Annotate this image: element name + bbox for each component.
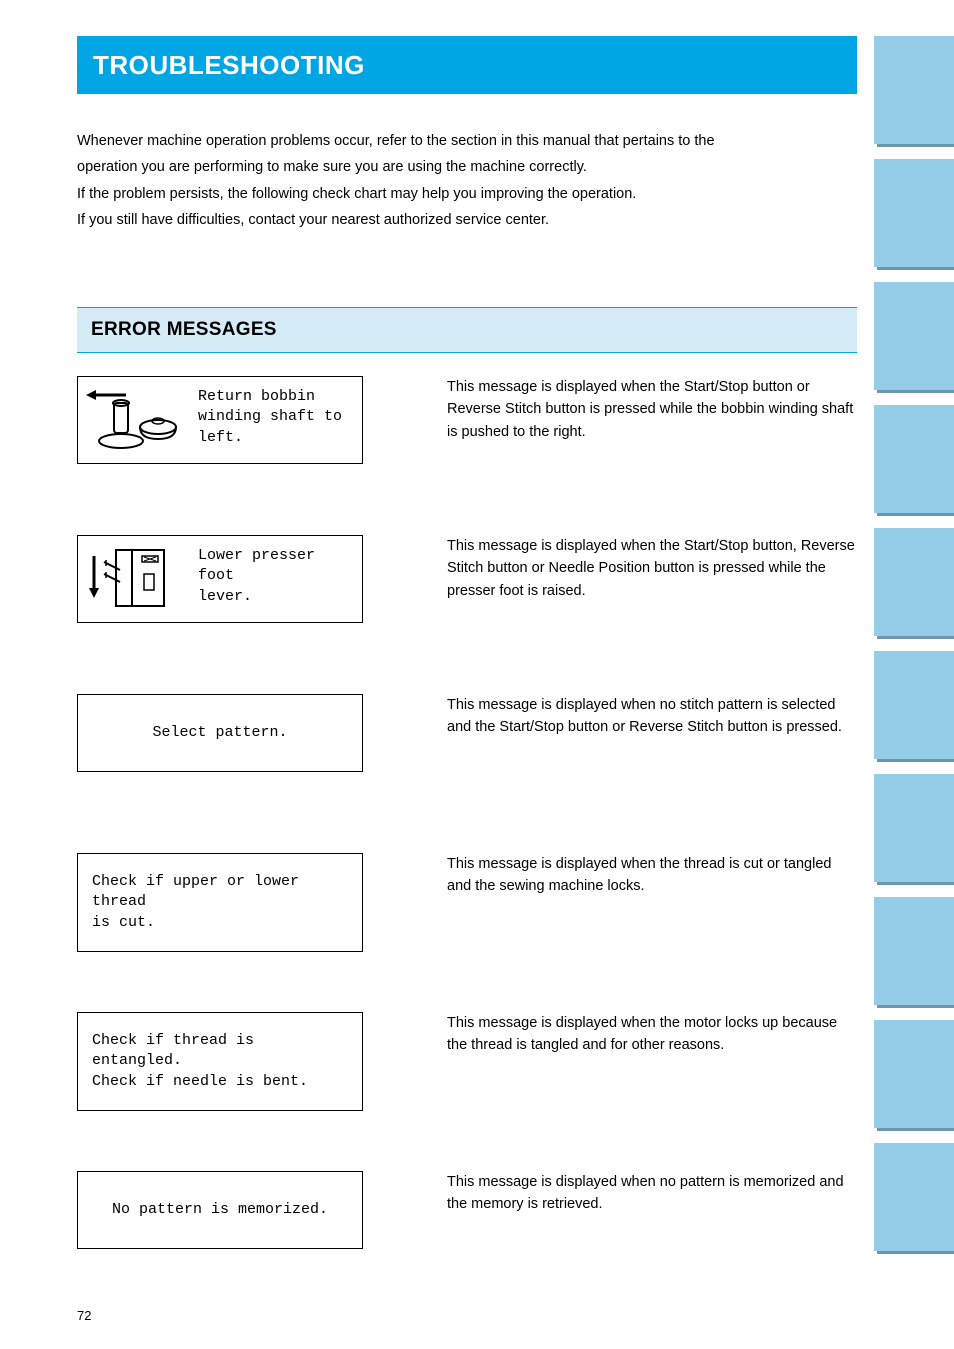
page-number: 72 [77, 1308, 91, 1323]
error-entry-presser-foot: Lower presser foot lever. This message i… [77, 535, 857, 655]
subheader-title: ERROR MESSAGES [91, 319, 277, 341]
side-tab[interactable] [874, 159, 954, 267]
chapter-title: TROUBLESHOOTING [93, 50, 365, 81]
error-entry-select-pattern: Select pattern. This message is displaye… [77, 694, 857, 814]
side-tab[interactable] [874, 405, 954, 513]
msg-line: winding shaft to [198, 408, 342, 425]
error-description: This message is displayed when the motor… [447, 1012, 857, 1057]
intro-line-1: Whenever machine operation problems occu… [77, 130, 857, 152]
error-description: This message is displayed when the threa… [447, 853, 857, 898]
side-tab[interactable] [874, 651, 954, 759]
message-text: Return bobbin winding shaft to left. [198, 377, 362, 463]
page-root: TROUBLESHOOTING Whenever machine operati… [0, 0, 954, 1349]
diagram-presser-foot [78, 536, 198, 622]
side-tab[interactable] [874, 282, 954, 390]
section-subheader: ERROR MESSAGES [77, 307, 857, 353]
error-entry-bobbin: Return bobbin winding shaft to left. Thi… [77, 376, 857, 496]
msg-line: No pattern is memorized. [112, 1201, 328, 1218]
msg-line: Check if upper or lower thread [92, 873, 299, 910]
message-box: Check if upper or lower thread is cut. [77, 853, 363, 952]
intro-line-3: If the problem persists, the following c… [77, 183, 857, 205]
side-tab[interactable] [874, 774, 954, 882]
chapter-header: TROUBLESHOOTING [77, 36, 857, 94]
message-text: Lower presser foot lever. [198, 536, 362, 622]
message-text: Check if upper or lower thread is cut. [78, 854, 362, 951]
side-tab[interactable] [874, 897, 954, 1005]
error-entry-thread-entangled: Check if thread is entangled. Check if n… [77, 1012, 857, 1132]
side-tab[interactable] [874, 528, 954, 636]
message-box: Check if thread is entangled. Check if n… [77, 1012, 363, 1111]
message-box: Lower presser foot lever. [77, 535, 363, 623]
error-entry-no-pattern: No pattern is memorized. This message is… [77, 1171, 857, 1291]
side-tab[interactable] [874, 1143, 954, 1251]
intro-paragraph: Whenever machine operation problems occu… [77, 130, 857, 236]
message-text: Check if thread is entangled. Check if n… [78, 1013, 362, 1110]
msg-line: Check if needle is bent. [92, 1073, 308, 1090]
intro-line-2: operation you are performing to make sur… [77, 156, 857, 178]
presser-foot-icon [84, 544, 192, 618]
msg-line: is cut. [92, 914, 155, 931]
diagram-bobbin [78, 377, 198, 463]
error-entry-thread-cut: Check if upper or lower thread is cut. T… [77, 853, 857, 973]
message-text: Select pattern. [78, 695, 362, 771]
side-tabs [874, 36, 954, 1266]
msg-line: Select pattern. [152, 724, 287, 741]
msg-line: Return bobbin [198, 388, 315, 405]
intro-line-4: If you still have difficulties, contact … [77, 209, 857, 231]
side-tab[interactable] [874, 36, 954, 144]
message-text: No pattern is memorized. [78, 1172, 362, 1248]
error-description: This message is displayed when no stitch… [447, 694, 857, 739]
msg-line: left. [198, 429, 243, 446]
msg-line: lever. [198, 588, 252, 605]
message-box: Select pattern. [77, 694, 363, 772]
error-description: This message is displayed when no patter… [447, 1171, 857, 1216]
error-description: This message is displayed when the Start… [447, 535, 857, 602]
bobbin-icon [84, 385, 192, 459]
msg-line: Check if thread is entangled. [92, 1032, 254, 1069]
side-tab[interactable] [874, 1020, 954, 1128]
message-box: Return bobbin winding shaft to left. [77, 376, 363, 464]
message-box: No pattern is memorized. [77, 1171, 363, 1249]
error-description: This message is displayed when the Start… [447, 376, 857, 443]
msg-line: Lower presser foot [198, 547, 315, 584]
